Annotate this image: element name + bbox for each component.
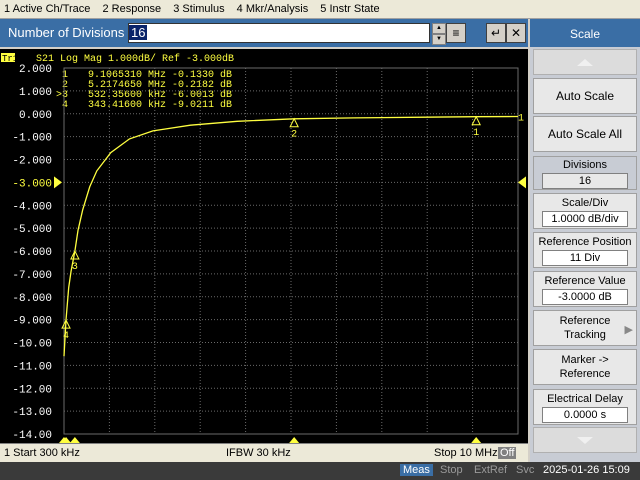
y-tick-label: -2.000	[12, 156, 52, 168]
arrow-up-icon	[577, 59, 593, 66]
spin-buttons: ▲ ▼	[432, 23, 446, 45]
ref-tracking-button[interactable]: Reference Tracking ▶	[533, 310, 637, 346]
scale-div-value: 1.0000 dB/div	[542, 211, 628, 227]
channel-status-bar: 1 Start 300 kHz IFBW 30 kHz Stop 10 MHz …	[0, 443, 528, 462]
stop-indicator: Stop	[440, 464, 463, 476]
auto-scale-button[interactable]: Auto Scale	[533, 78, 637, 114]
y-tick-label: -1.000	[12, 133, 52, 145]
svc-indicator: Svc	[516, 464, 535, 476]
marker-label-1: 1	[473, 128, 479, 139]
y-tick-label: -10.00	[12, 339, 52, 351]
trace-plot[interactable]: Tr1 S21 Log Mag 1.000dB/ Ref -3.000dB 1 …	[0, 49, 528, 443]
electrical-delay-value: 0.0000 s	[542, 407, 628, 423]
electrical-delay-softkey[interactable]: Electrical Delay 0.0000 s	[533, 389, 637, 425]
scale-div-label: Scale/Div	[561, 197, 609, 209]
marker-reference-button[interactable]: Marker -> Reference	[533, 349, 637, 385]
y-tick-label: -7.000	[12, 270, 52, 282]
ref-value-value: -3.0000 dB	[542, 289, 628, 305]
trace-header: S21 Log Mag 1.000dB/ Ref -3.000dB	[36, 53, 234, 65]
entry-label: Number of Divisions	[8, 25, 125, 40]
step-icon[interactable]: ≡	[446, 23, 466, 43]
y-tick-label: -14.00	[12, 430, 52, 442]
off-badge: Off	[498, 447, 517, 459]
close-icon[interactable]: ✕	[506, 23, 526, 43]
divisions-softkey[interactable]: Divisions 16	[533, 156, 637, 190]
ref-tracking-label: Reference Tracking	[559, 315, 611, 341]
y-tick-label: 0.000	[19, 110, 52, 122]
marker-1	[471, 115, 481, 126]
divisions-label: Divisions	[562, 159, 607, 171]
submenu-arrow-icon: ▶	[624, 324, 633, 336]
start-freq[interactable]: 1 Start 300 kHz	[4, 447, 80, 459]
spin-up-icon[interactable]: ▲	[432, 23, 446, 34]
y-tick-label: 1.000	[19, 87, 52, 99]
y-tick-label: -8.000	[12, 293, 52, 305]
trace-badge: Tr1	[2, 54, 18, 64]
datetime: 2025-01-26 15:09	[543, 464, 630, 476]
y-tick-label: -11.00	[12, 361, 52, 373]
ifbw[interactable]: IFBW 30 kHz	[226, 447, 291, 459]
softkey-title: Scale	[530, 19, 640, 47]
entry-bar: Number of Divisions 16 ▲ ▼ ≡ ↵ ✕	[0, 19, 528, 47]
y-tick-label: -12.00	[12, 384, 52, 396]
menu-mkr-analysis[interactable]: 4 Mkr/Analysis	[233, 0, 314, 16]
ref-position-softkey[interactable]: Reference Position 11 Div	[533, 232, 637, 268]
y-tick-label: 2.000	[19, 64, 52, 76]
menu-bar: 1 Active Ch/Trace 2 Response 3 Stimulus …	[0, 0, 640, 19]
y-tick-label: -3.000	[12, 178, 52, 190]
menu-active-ch-trace[interactable]: 1 Active Ch/Trace	[0, 0, 95, 16]
ref-level-marker-left	[54, 176, 62, 189]
stop-freq[interactable]: Stop 10 MHz	[434, 447, 498, 459]
extref-indicator: ExtRef	[474, 464, 508, 476]
instrument-status-bar: Meas Stop ExtRef Svc 2025-01-26 15:09	[0, 462, 640, 480]
ref-position-value: 11 Div	[542, 250, 628, 266]
auto-scale-all-button[interactable]: Auto Scale All	[533, 116, 637, 152]
scale-div-softkey[interactable]: Scale/Div 1.0000 dB/div	[533, 193, 637, 229]
y-tick-label: -6.000	[12, 247, 52, 259]
y-tick-label: -9.000	[12, 316, 52, 328]
trace-end-label: 1	[518, 113, 524, 124]
ref-value-softkey[interactable]: Reference Value -3.0000 dB	[533, 271, 637, 307]
menu-instr-state[interactable]: 5 Instr State	[316, 0, 384, 16]
y-tick-label: -4.000	[12, 201, 52, 213]
ref-position-label: Reference Position	[538, 236, 632, 248]
spin-down-icon[interactable]: ▼	[432, 34, 446, 45]
divisions-value: 16	[542, 173, 628, 189]
marker-label-4: 4	[63, 331, 69, 342]
menu-response[interactable]: 2 Response	[98, 0, 166, 16]
marker-val-4: -9.0211 dB	[172, 99, 232, 111]
y-tick-label: -5.000	[12, 224, 52, 236]
menu-stimulus[interactable]: 3 Stimulus	[169, 0, 229, 16]
ref-level-marker-right	[518, 176, 526, 189]
arrow-down-icon	[577, 437, 593, 444]
electrical-delay-label: Electrical Delay	[547, 393, 623, 405]
divisions-input-value: 16	[129, 25, 148, 40]
marker-label-3: 3	[72, 262, 78, 273]
enter-icon[interactable]: ↵	[486, 23, 506, 43]
divisions-input[interactable]: 16	[128, 23, 430, 43]
scroll-down-button[interactable]	[533, 427, 637, 453]
softkey-panel: Scale Auto Scale Auto Scale All Division…	[530, 19, 640, 462]
meas-indicator: Meas	[400, 464, 433, 476]
marker-id-4: 4	[62, 100, 68, 111]
ref-value-label: Reference Value	[544, 275, 626, 287]
y-tick-label: -13.00	[12, 407, 52, 419]
marker-label-2: 2	[291, 130, 297, 141]
scroll-up-button[interactable]	[533, 49, 637, 75]
